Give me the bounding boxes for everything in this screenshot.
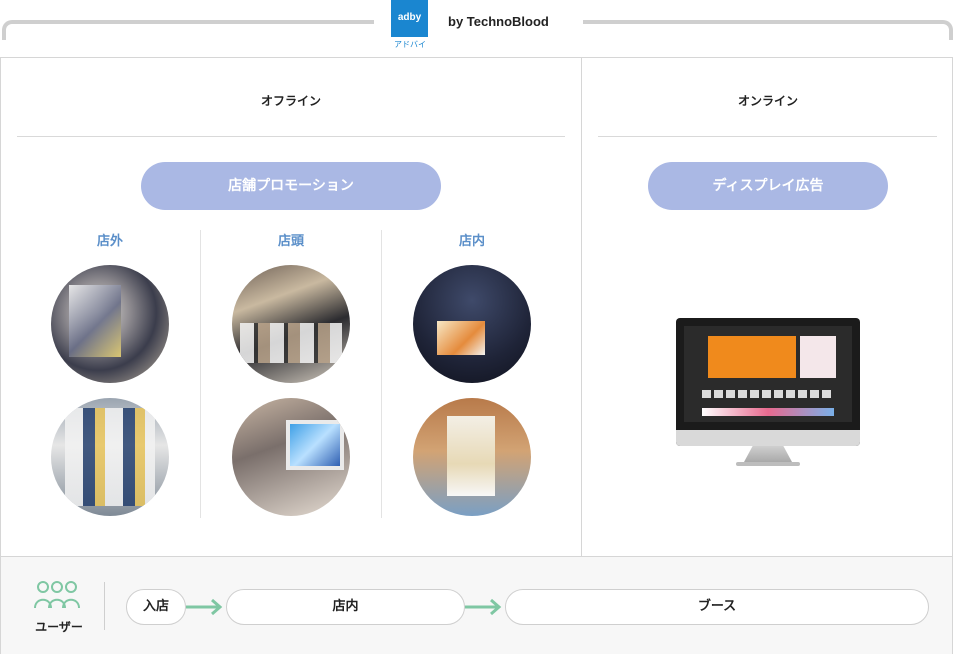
header-bracket-right: [583, 20, 953, 40]
monitor-screen: [684, 326, 852, 422]
screen-icon-row: [702, 390, 834, 398]
online-title-rule: [598, 136, 937, 137]
monitor-chin: [676, 430, 860, 446]
photo-store-outside-display: [51, 398, 169, 516]
section-divider: [581, 57, 582, 556]
monitor-illustration: [676, 318, 860, 446]
photo-instore-keyboard: [413, 265, 531, 383]
column-label-outside: 店外: [96, 234, 123, 249]
column-divider: [381, 230, 382, 518]
screen-side-ad: [800, 336, 836, 378]
photo-storefront-monitor: [232, 398, 350, 516]
step-in-store: 店内: [226, 589, 465, 625]
offline-title: オフライン: [260, 94, 321, 108]
logo-text: adby: [397, 12, 422, 23]
monitor-stand-base: [736, 462, 800, 466]
user-label: ユーザー: [35, 620, 83, 634]
photo-storefront-shelf: [232, 265, 350, 383]
column-label-storefront: 店頭: [277, 234, 304, 249]
logo-subtext: アドバイ: [394, 40, 426, 49]
online-title: オンライン: [737, 94, 798, 108]
arrow-right-icon: [465, 598, 502, 616]
arrow-right-icon: [186, 598, 223, 616]
users-icon: [34, 581, 80, 609]
column-label-instore: 店内: [458, 234, 485, 249]
photo-store-outside-poster: [51, 265, 169, 383]
step-enter-store: 入店: [126, 589, 186, 625]
byline: by TechnoBlood: [448, 14, 549, 29]
offline-title-rule: [17, 136, 565, 137]
header-bracket-left: [2, 20, 374, 40]
adby-logo: adby: [391, 0, 428, 37]
column-divider: [200, 230, 201, 518]
photo-instore-table-card: [413, 398, 531, 516]
journey-divider: [104, 582, 105, 630]
store-promotion-button[interactable]: 店舗プロモーション: [141, 162, 441, 210]
step-booth: ブース: [505, 589, 929, 625]
display-ad-button[interactable]: ディスプレイ広告: [648, 162, 888, 210]
screen-ad-strip: [702, 408, 834, 416]
screen-banner: [708, 336, 796, 378]
